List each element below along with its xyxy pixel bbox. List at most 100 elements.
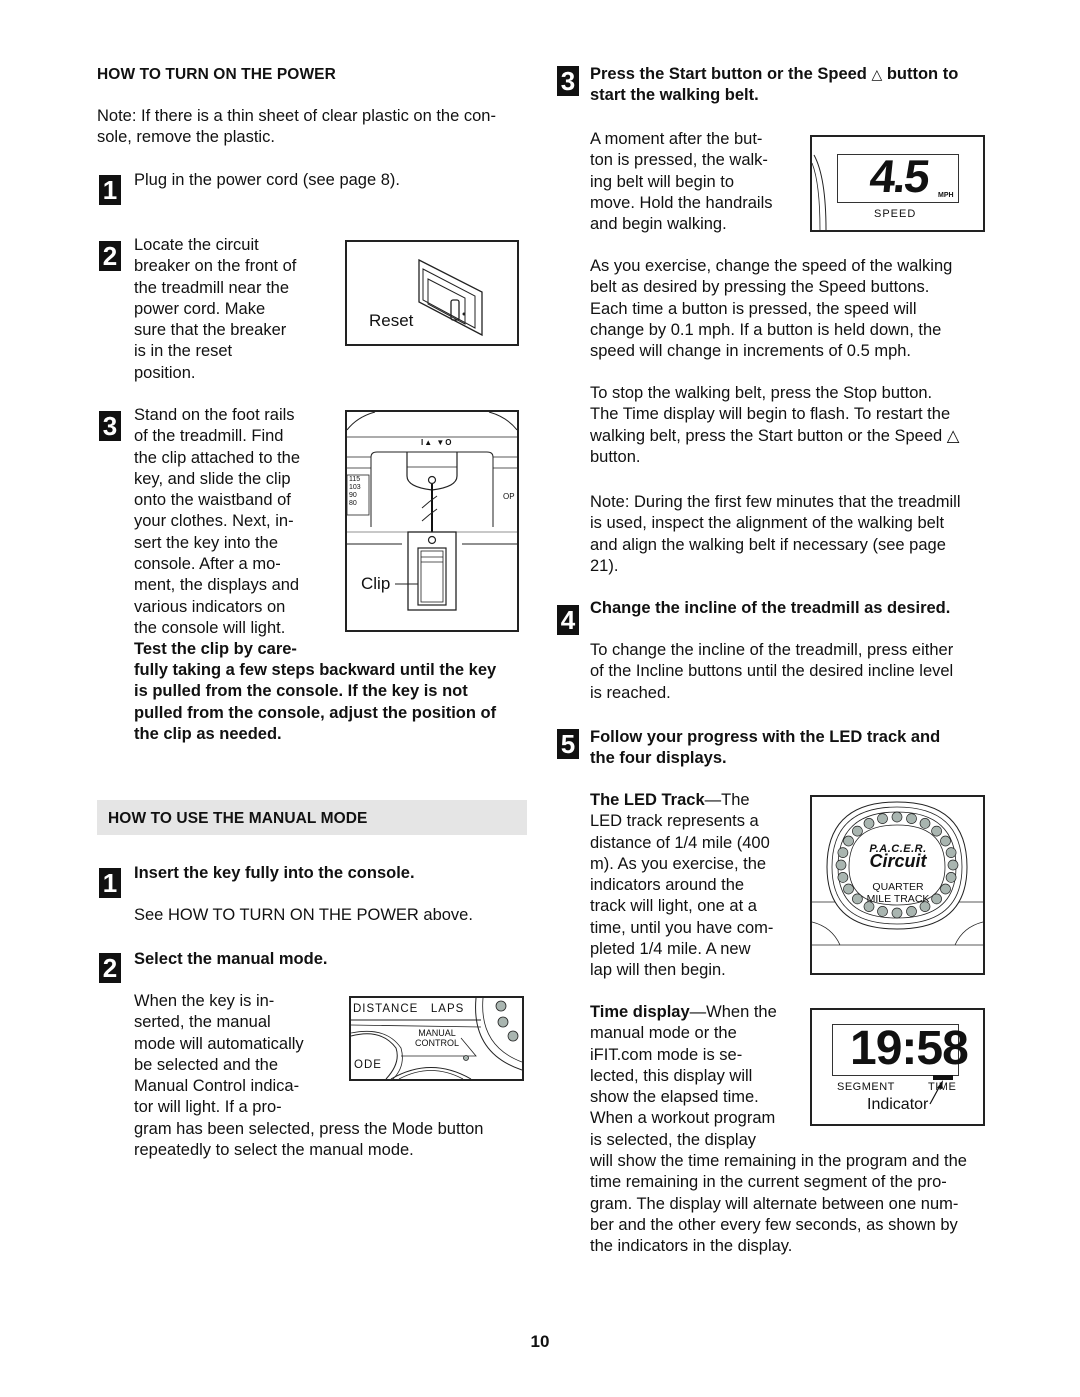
scale-label: 115 <box>349 476 361 483</box>
safety-clip-figure: I▲ ▼O 115 103 90 80 OP Clip <box>345 410 519 632</box>
speed-change-paragraph: As you exercise, change the speed of the… <box>590 256 990 362</box>
line: Stand on the foot rails <box>134 406 295 424</box>
led-indicator <box>906 813 917 824</box>
line: time remaining in the current segment of… <box>590 1173 947 1192</box>
line: repeatedly to select the manual mode. <box>134 1141 414 1160</box>
line: speed will change in increments of 0.5 m… <box>590 342 912 361</box>
speed-up-triangle-icon: △ <box>871 66 883 82</box>
title-part: button to <box>882 65 959 83</box>
line: Locate the circuit <box>134 236 259 254</box>
line: Test the clip by care- <box>134 640 297 659</box>
line: lap will then begin. <box>590 961 726 980</box>
line: pleted 1/4 mile. A new <box>590 940 751 959</box>
circuit-brand: Circuit <box>869 851 927 871</box>
time-display-description: Time display—When the manual mode or the… <box>590 1002 805 1151</box>
line: breaker on the front of <box>134 257 297 276</box>
led-track-dash: —The <box>704 791 750 809</box>
label-line: QUARTER <box>872 881 924 893</box>
line: When the key is in- <box>134 992 275 1010</box>
step-number-2: 2 <box>99 241 121 271</box>
title-part: Press the Start button or the Speed <box>590 65 872 83</box>
line: pulled from the console, adjust the posi… <box>134 703 497 722</box>
step-number-3: 3 <box>99 411 121 441</box>
line: ber and the other every few seconds, as … <box>590 1215 958 1234</box>
step-number-3-right: 3 <box>557 66 579 96</box>
scale-label: 80 <box>349 500 357 507</box>
led-track-figure: P.A.C.E.R. Circuit QUARTER MILE TRACK <box>810 795 985 975</box>
line: lected, this display will <box>590 1066 753 1085</box>
time-display-dash: —When the <box>689 1003 777 1021</box>
led-indicator <box>835 859 847 871</box>
line: show the elapsed time. <box>590 1088 759 1107</box>
line: Each time a button is pressed, the speed… <box>590 299 917 318</box>
side-label: OP <box>503 492 515 501</box>
step-number-4: 4 <box>557 605 579 635</box>
line: ton is pressed, the walk- <box>590 151 768 170</box>
line: and begin walking. <box>590 215 727 234</box>
line: move. Hold the handrails <box>590 193 773 212</box>
incline-arrows-label: I▲ ▼O <box>421 438 453 447</box>
step-2-text: Locate the circuit breaker on the front … <box>134 235 334 384</box>
line: m). As you exercise, the <box>590 854 767 873</box>
quarter-mile-label: QUARTER MILE TRACK <box>852 881 944 905</box>
led-indicator <box>837 847 849 858</box>
section-heading-power: HOW TO TURN ON THE POWER <box>97 66 336 83</box>
indicator-label: Indicator <box>867 1096 929 1113</box>
clip-label: Clip <box>361 574 391 593</box>
led-indicator <box>863 818 875 829</box>
mode-label: ODE <box>354 1059 382 1071</box>
line: various indicators on <box>134 597 286 616</box>
line: serted, the manual <box>134 1013 271 1032</box>
step-4-title: Change the incline of the treadmill as d… <box>590 599 951 617</box>
page-number: 10 <box>530 1332 550 1351</box>
time-display-rest: will show the time remaining in the prog… <box>590 1151 990 1257</box>
line: sure that the breaker <box>134 321 287 340</box>
manual-step-2-rest: gram has been selected, press the Mode b… <box>134 1119 534 1162</box>
time-display-term: Time display <box>590 1003 690 1021</box>
line: time, until you have com- <box>590 918 774 937</box>
scale-labels: 115 103 90 80 <box>349 476 361 508</box>
led-indicator <box>945 872 957 883</box>
manual-control-label: MANUAL CONTROL <box>415 1028 459 1048</box>
led-track-term: The LED Track <box>590 791 705 809</box>
line: mode will automatically <box>134 1034 304 1053</box>
manual-step-1-title: Insert the key fully into the console. <box>134 864 415 882</box>
step-3-body: A moment after the but- ton is pressed, … <box>590 129 800 235</box>
line: ment, the displays and <box>134 576 300 595</box>
line: Manual Control indica- <box>134 1077 300 1096</box>
distance-laps-label: DISTANCE LAPS <box>353 1003 465 1015</box>
led-indicator <box>931 825 942 837</box>
led-indicator <box>877 906 888 917</box>
line: gram. The display will alternate between… <box>590 1194 959 1213</box>
line: your clothes. Next, in- <box>134 512 294 531</box>
line: of the treadmill. Find <box>134 427 284 446</box>
line: gram has been selected, press the Mode b… <box>134 1120 484 1138</box>
led-indicator <box>945 847 957 858</box>
step-number-1: 1 <box>99 175 121 205</box>
line: the console will light. <box>134 618 286 637</box>
line: A moment after the but- <box>590 130 763 148</box>
line: To stop the walking belt, press the Stop… <box>590 384 933 402</box>
line: 21). <box>590 556 619 575</box>
led-track-description: The LED Track—The LED track represents a… <box>590 790 805 982</box>
line: be selected and the <box>134 1055 279 1074</box>
line: sert the key into the <box>134 533 278 552</box>
led-indicator <box>947 859 959 871</box>
line: button. <box>590 447 641 466</box>
line: onto the waistband of <box>134 491 291 510</box>
line: is used, inspect the alignment of the wa… <box>590 514 945 533</box>
step-5-title: Follow your progress with the LED track … <box>590 727 990 770</box>
line: LED track represents a <box>590 812 759 831</box>
line: iFIT.com mode is se- <box>590 1045 743 1064</box>
line: When a workout program <box>590 1109 776 1128</box>
manual-step-number-1: 1 <box>99 868 121 898</box>
led-indicator <box>891 811 903 823</box>
line: track will light, one at a <box>590 897 757 916</box>
line: is in the reset <box>134 342 233 361</box>
time-display-figure: 19:58 SEGMENT TIME Indicator <box>810 1008 985 1126</box>
test-clip-instruction: fully taking a few steps backward until … <box>134 660 534 745</box>
line: the clip as needed. <box>134 724 282 743</box>
led-indicator <box>837 872 849 883</box>
line: of the Incline buttons until the desired… <box>590 662 954 681</box>
step-3-text: Stand on the foot rails of the treadmill… <box>134 405 344 661</box>
